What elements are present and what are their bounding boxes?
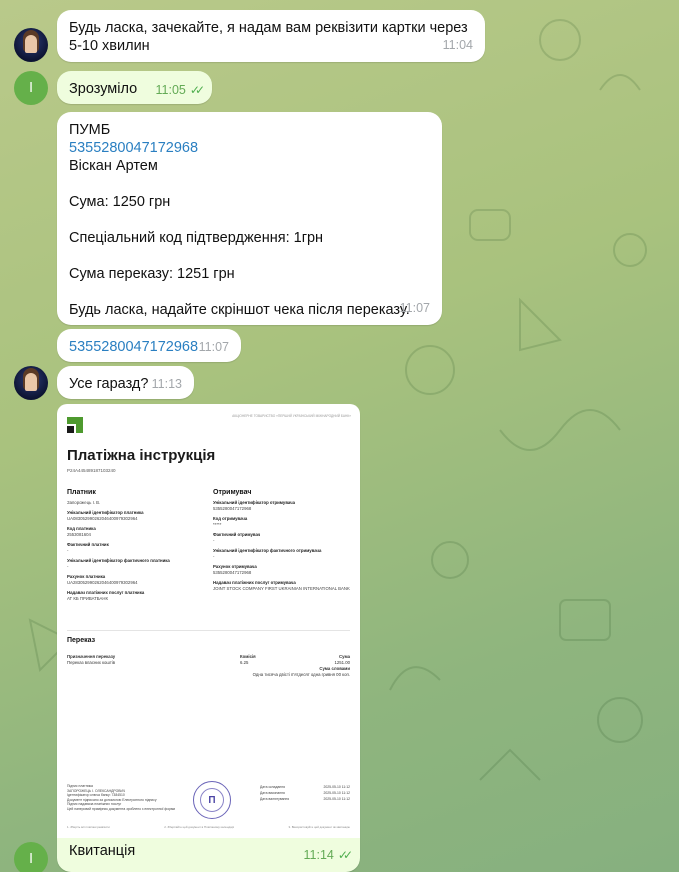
message-bubble[interactable]: Зрозуміло 11:05 ✓✓ [57, 71, 212, 104]
payer-name: Запорожець І. В. [67, 500, 101, 505]
message-time: 11:07 [399, 301, 430, 315]
sum-line: Сума: 1250 грн [69, 194, 171, 210]
receipt-divider [67, 630, 350, 631]
footnote: 2. Зберігайте цей документ в Платіжному … [164, 825, 234, 829]
receipt-image[interactable]: АКЦІОНЕРНЕ ТОВАРИСТВО «ПЕРШИЙ УКРАЇНСЬКИ… [57, 404, 360, 838]
field-value: UA083052990262046400979302964 [67, 516, 138, 521]
contact-avatar[interactable] [14, 28, 48, 62]
bank-stamp-icon: П [193, 781, 231, 819]
footnote: 3. Використовуйте цей документ як квитан… [288, 825, 350, 829]
field-value: UA283052990262046400979302964 [67, 580, 138, 585]
chat-history[interactable]: Будь ласка, зачекайте, я надам вам рекві… [0, 0, 679, 872]
bank-name: ПУМБ [69, 122, 111, 138]
message-bubble[interactable]: 5355280047172968 11:07 [57, 329, 241, 362]
contact-avatar[interactable] [14, 366, 48, 400]
message-bubble[interactable]: Будь ласка, зачекайте, я надам вам рекві… [57, 10, 485, 62]
avatar-portrait [25, 35, 37, 53]
receipt-footnotes: 1. Зберіть всі платіжні реквізити 2. Збе… [67, 825, 350, 829]
receipt-number: P24A445489187103240 [67, 468, 116, 473]
time-label: 11:05 [155, 83, 186, 97]
date-value: 2025-05-10 11:12 [323, 797, 350, 801]
field-value: ***** [213, 522, 222, 527]
signature-block: Підпис платника ЗАПОРОЖЕЦЬ І. ОЛЕКСАНДРО… [67, 784, 176, 811]
card-number-link[interactable]: 5355280047172968 [69, 139, 430, 157]
read-checkmarks-icon: ✓✓ [189, 83, 205, 97]
field-value: 5355280047172968 [213, 506, 252, 511]
date-label: Дата валютування [260, 797, 290, 801]
purpose-value: Переказ власних коштів [67, 660, 116, 665]
words-value: Одна тисяча двісті п'ятдесят одна гривня… [252, 672, 350, 677]
message-time: 11:04 [442, 38, 473, 52]
footnote: 1. Зберіть всі платіжні реквізити [67, 825, 110, 829]
message-time: 11:13 [151, 377, 182, 391]
receipt-title: Платіжна інструкція [67, 447, 216, 464]
recipient-name: Віскан Артем [69, 158, 158, 174]
transfer-heading: Переказ [67, 637, 96, 644]
field-value: - [67, 548, 69, 553]
message-time: 11:05 ✓✓ [155, 81, 206, 99]
field-value: - [67, 564, 69, 569]
avatar-portrait [25, 373, 37, 391]
message-bubble[interactable]: Усе гаразд? 11:13 [57, 366, 194, 399]
message-time: 11:14 ✓✓ [303, 848, 354, 862]
field-value: 2553081604 [67, 532, 91, 537]
transfer-purpose: Призначення переказу Переказ власних кош… [67, 654, 115, 666]
receipt-header-info: АКЦІОНЕРНЕ ТОВАРИСТВО «ПЕРШИЙ УКРАЇНСЬКИ… [232, 414, 351, 418]
message-text: Будь ласка, зачекайте, я надам вам рекві… [69, 20, 472, 54]
payee-section: Отримувач Унікальний ідентифікатор отрим… [213, 489, 353, 596]
field-value: - [213, 538, 215, 543]
payer-heading: Платник [67, 489, 96, 496]
receipt-caption[interactable]: Квитанція 11:14 ✓✓ [57, 838, 360, 872]
bank-logo-icon [67, 417, 83, 433]
time-label: 11:14 [303, 848, 334, 862]
code-line: Спеціальний код підтвердження: 1грн [69, 230, 324, 246]
receipt-dates: Дата складання 2025-05-10 11:12 Дата вико… [260, 784, 350, 802]
user-avatar[interactable]: I [14, 842, 48, 872]
field-value: АТ КБ ПРИВАТБАНК [67, 596, 108, 601]
payer-section: Платник Запорожець І. В. Унікальний іден… [67, 489, 207, 606]
total-line: Сума переказу: 1251 грн [69, 266, 235, 282]
message-time: 11:07 [198, 340, 229, 354]
field-value: - [213, 554, 215, 559]
payee-heading: Отримувач [213, 489, 252, 496]
transfer-amounts: Комісія Сума 6.25 1251.00 Сума словами О… [240, 654, 350, 678]
stamp-mark: П [200, 788, 224, 812]
request-line: Будь ласка, надайте скріншот чека після … [69, 302, 410, 318]
read-checkmarks-icon: ✓✓ [337, 848, 353, 862]
field-value: 5355280047172968 [213, 570, 252, 575]
field-value: JOINT STOCK COMPANY FIRST UKRAINIAN INTE… [213, 586, 350, 591]
caption-text: Квитанція [69, 843, 136, 859]
user-avatar[interactable]: I [14, 71, 48, 105]
commission-value: 6.25 [240, 660, 249, 665]
message-bubble[interactable]: ПУМБ 5355280047172968 Віскан Артем Сума:… [57, 112, 442, 325]
